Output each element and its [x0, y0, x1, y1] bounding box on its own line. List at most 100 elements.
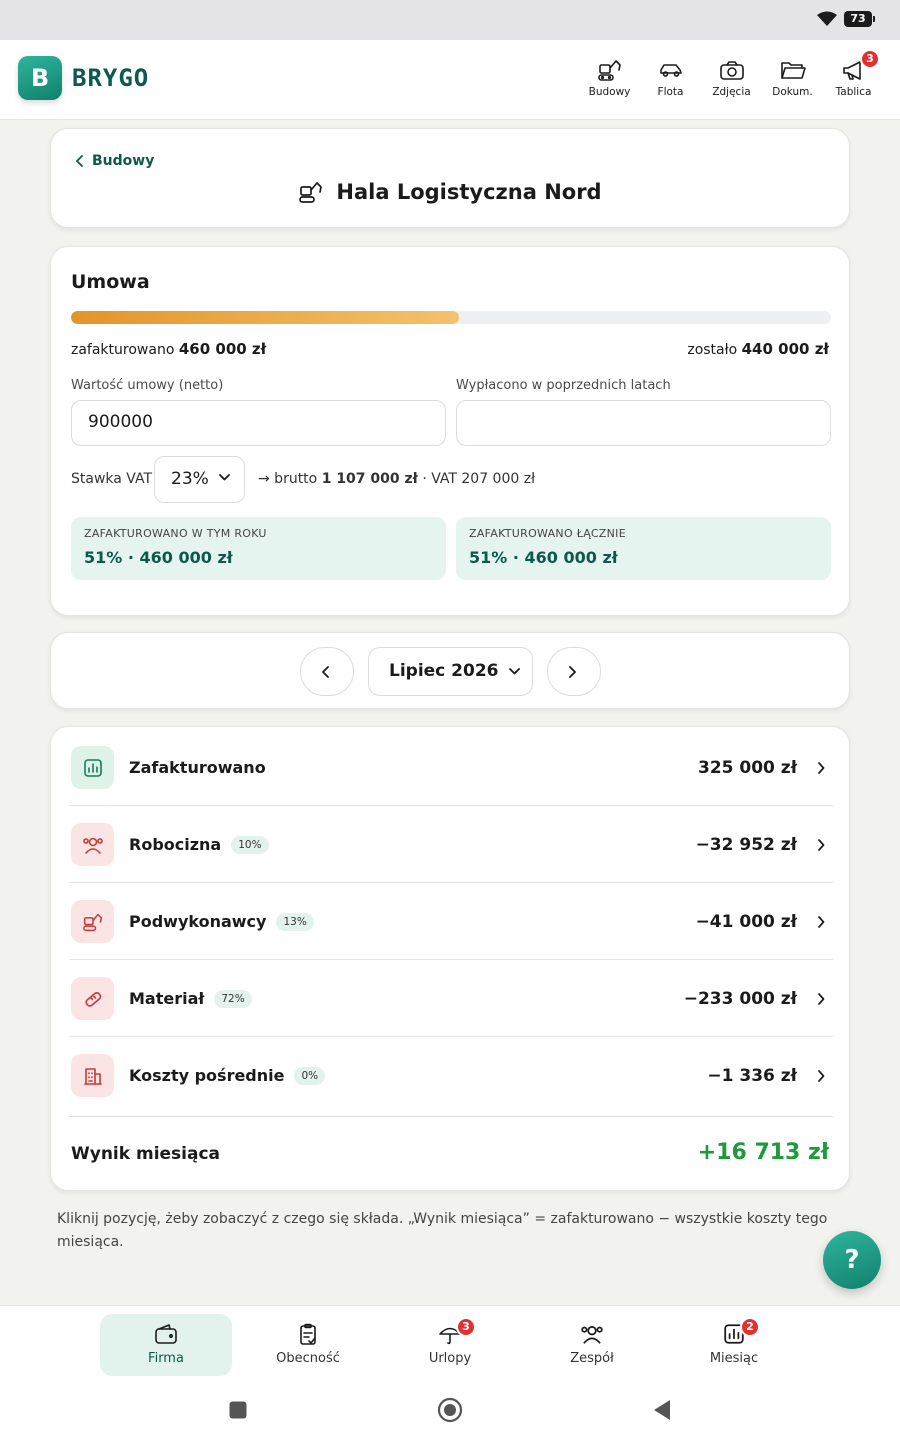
row-amount: 325 000 zł	[697, 758, 797, 778]
brand-name: BRYGO	[72, 64, 150, 92]
remaining-summary: zostało 440 000 zł	[687, 340, 829, 358]
vat-amount: · VAT 207 000 zł	[422, 471, 536, 487]
bottom-nav-firma[interactable]: Firma	[100, 1314, 232, 1376]
notification-badge: 3	[860, 49, 880, 69]
row-label-text: Zafakturowano	[129, 758, 266, 777]
month-result-label: Wynik miesiąca	[71, 1144, 221, 1164]
topnav-item-flota[interactable]: Flota	[640, 58, 701, 98]
brick-icon	[84, 991, 101, 1007]
summary-row-material[interactable]: Materiał 72% −233 000 zł	[69, 960, 833, 1037]
next-month-button[interactable]	[547, 647, 601, 696]
row-amount: −1 336 zł	[707, 1066, 797, 1086]
chevron-right-icon	[818, 1070, 825, 1082]
topnav-item-tablica[interactable]: 3 Tablica	[823, 49, 884, 98]
stat-label: ZAFAKTUROWANO W TYM ROKU	[84, 527, 267, 540]
month-selector-card: Lipiec 2026	[50, 632, 850, 709]
building-icon	[83, 1067, 102, 1085]
car-icon	[659, 64, 682, 77]
bottom-nav-label: Zespół	[570, 1351, 614, 1366]
summary-row-overhead[interactable]: Koszty pośrednie 0% −1 336 zł	[69, 1037, 833, 1114]
system-nav-bar	[0, 1387, 900, 1440]
vat-rate-select[interactable]: 23%	[154, 456, 245, 503]
vat-rate-value: 23%	[171, 469, 209, 489]
remaining-value: 440 000 zł	[741, 340, 829, 358]
row-icon	[71, 823, 114, 866]
row-label: Robocizna 10%	[129, 835, 269, 854]
topnav-item-dokumenty[interactable]: Dokum.	[762, 58, 823, 98]
back-link-label: Budowy	[92, 153, 155, 169]
top-nav: Budowy Flota Zdjęcia Dokum. 3 Tablica	[579, 49, 884, 98]
row-label-text: Robocizna	[129, 835, 222, 854]
paid-previous-input[interactable]	[456, 400, 831, 446]
stat-value: 51% · 460 000 zł	[469, 548, 618, 567]
home-icon[interactable]	[437, 1397, 463, 1423]
top-bar: B BRYGO Budowy Flota Zdjęcia Dokum. 3 Ta…	[0, 40, 900, 120]
bottom-nav-urlopy[interactable]: 3 Urlopy	[384, 1314, 516, 1376]
topnav-label: Flota	[657, 86, 684, 98]
back-link[interactable]: Budowy	[75, 153, 154, 169]
status-bar: 73	[0, 0, 900, 40]
contract-title: Umowa	[71, 271, 150, 293]
recents-icon[interactable]	[229, 1401, 247, 1419]
percent-badge: 13%	[276, 912, 314, 931]
battery-indicator: 73	[844, 11, 875, 27]
bottom-nav-label: Miesiąc	[709, 1351, 759, 1366]
row-amount: −32 952 zł	[695, 835, 797, 855]
summary-row-subcontractors[interactable]: Podwykonawcy 13% −41 000 zł	[69, 883, 833, 960]
bottom-nav-obecnosc[interactable]: Obecność	[242, 1314, 374, 1376]
contract-progress-fill	[71, 311, 459, 324]
invoiced-summary: zafakturowano 460 000 zł	[71, 340, 266, 358]
excavator-icon	[597, 60, 621, 81]
topnav-item-budowy[interactable]: Budowy	[579, 58, 640, 98]
wifi-icon	[817, 11, 837, 26]
chevron-right-icon	[818, 916, 825, 928]
stat-invoiced-this-year: ZAFAKTUROWANO W TYM ROKU 51% · 460 000 z…	[71, 517, 446, 580]
topnav-label: Zdjęcia	[712, 86, 751, 98]
row-label: Zafakturowano	[129, 758, 266, 777]
brand-logo[interactable]: B	[18, 56, 62, 100]
row-icon	[71, 977, 114, 1020]
notification-badge: 2	[740, 1317, 760, 1337]
gross-info: → brutto 1 107 000 zł · VAT 207 000 zł	[258, 471, 535, 487]
site-header-card: Budowy Hala Logistyczna Nord	[50, 128, 850, 228]
prev-month-button[interactable]	[300, 647, 354, 696]
team-icon	[581, 1326, 603, 1344]
month-summary-card: Zafakturowano 325 000 zł Robocizna 10% −3…	[50, 726, 850, 1191]
chevron-right-icon	[818, 993, 825, 1005]
percent-badge: 10%	[231, 835, 269, 854]
site-name: Hala Logistyczna Nord	[336, 180, 602, 204]
bottom-nav-zespol[interactable]: Zespół	[526, 1314, 658, 1376]
result-divider	[69, 1116, 833, 1117]
chevron-right-icon	[818, 839, 825, 851]
summary-row-invoiced[interactable]: Zafakturowano 325 000 zł	[69, 729, 833, 806]
notification-badge: 3	[456, 1317, 476, 1337]
bottom-nav-label: Urlopy	[428, 1351, 472, 1366]
chevron-right-icon	[818, 762, 825, 774]
row-label: Koszty pośrednie 0%	[129, 1066, 326, 1085]
wallet-icon	[155, 1324, 177, 1344]
help-button[interactable]: ?	[823, 1231, 881, 1289]
chevron-right-icon	[569, 666, 576, 678]
gross-prefix: → brutto	[258, 471, 318, 487]
row-label-text: Podwykonawcy	[129, 912, 267, 931]
stat-label: ZAFAKTUROWANO ŁĄCZNIE	[469, 527, 626, 540]
chevron-left-icon	[322, 666, 329, 678]
contract-progress-bar	[71, 311, 831, 324]
footnote: Kliknij pozycję, żeby zobaczyć z czego s…	[57, 1211, 828, 1250]
percent-badge: 72%	[214, 989, 252, 1008]
back-icon[interactable]	[653, 1399, 671, 1421]
page-title: Hala Logistyczna Nord	[51, 179, 849, 205]
bottom-nav-miesiac[interactable]: 2 Miesiąc	[668, 1314, 800, 1376]
contract-value-input[interactable]: 900000	[71, 400, 446, 446]
month-select[interactable]: Lipiec 2026	[368, 647, 533, 696]
topnav-item-zdjecia[interactable]: Zdjęcia	[701, 58, 762, 98]
summary-row-labor[interactable]: Robocizna 10% −32 952 zł	[69, 806, 833, 883]
topnav-label: Dokum.	[772, 86, 813, 98]
contract-card: Umowa zafakturowano 460 000 zł zostało 4…	[50, 246, 850, 616]
invoiced-prefix: zafakturowano	[71, 342, 175, 358]
row-label: Podwykonawcy 13%	[129, 912, 314, 931]
paid-previous-label: Wypłacono w poprzednich latach	[456, 378, 671, 393]
row-label-text: Koszty pośrednie	[129, 1066, 285, 1085]
month-result-value: +16 713 zł	[697, 1140, 829, 1165]
excavator-icon	[82, 913, 102, 931]
